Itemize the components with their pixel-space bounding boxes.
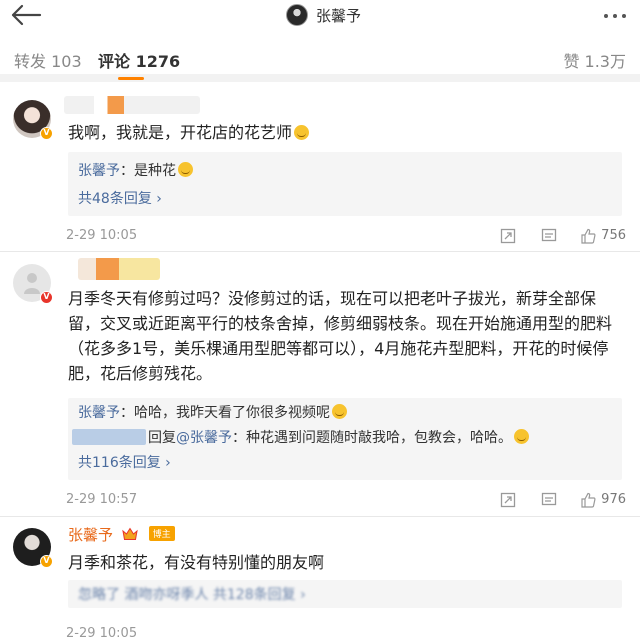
reply-box[interactable]: 张馨予：是种花 共48条回复 › [68, 152, 622, 216]
mention-link[interactable]: @张馨予 [176, 430, 232, 446]
top-bar: 张馨予 [0, 0, 640, 38]
verified-badge-icon: V [40, 291, 53, 304]
reply-line: 张馨予：是种花 [78, 160, 193, 180]
verified-badge-icon: V [40, 127, 53, 140]
comment-meta: 2-29 10:57 976 [0, 490, 640, 514]
blogger-badge: 博主 [148, 526, 175, 541]
tab-bar: 转发 103 评论 1276 赞 1.3万 [0, 38, 640, 82]
username-redacted[interactable] [64, 96, 200, 114]
smile-emoji-icon [294, 125, 310, 140]
header-avatar[interactable] [286, 4, 308, 26]
reply-user-link[interactable]: 张馨予 [78, 405, 120, 421]
back-arrow-icon[interactable] [10, 4, 42, 26]
verified-badge-icon: V [40, 555, 53, 568]
like-count: 976 [601, 492, 626, 507]
share-icon[interactable] [500, 492, 516, 508]
comment-icon[interactable] [541, 228, 557, 244]
share-icon[interactable] [500, 228, 516, 244]
username-redacted[interactable] [72, 429, 146, 445]
page-title: 张馨予 [316, 6, 362, 25]
header-title-group[interactable]: 张馨予 [286, 2, 361, 28]
comment-author-name[interactable]: 张馨予 [68, 526, 113, 544]
reply-user-link[interactable]: 张馨予 [78, 163, 120, 179]
comment-text: 我啊，我就是，开花店的花艺师 [68, 120, 622, 145]
tab-repost[interactable]: 转发 103 [14, 48, 82, 72]
wink-emoji-icon [514, 429, 529, 444]
thumbs-up-icon[interactable] [580, 228, 596, 244]
reply-line: 回复@张馨予：种花遇到问题随时敲我哈，包教会，哈哈。 [72, 427, 529, 447]
comment-time: 2-29 10:05 [66, 228, 138, 243]
divider [0, 251, 640, 252]
thumbs-up-icon[interactable] [580, 492, 596, 508]
reply-box[interactable]: 忽略了 酒吻亦呀季人 共128条回复 › [68, 580, 622, 608]
comment-text: 月季和茶花，有没有特别懂的朋友啊 [68, 553, 325, 572]
comment-meta: 2-29 10:05 756 [0, 226, 640, 250]
grin-emoji-icon [332, 404, 347, 419]
grin-emoji-icon [178, 162, 193, 177]
comment-time: 2-29 10:05 [66, 626, 138, 641]
more-replies-link[interactable]: 共48条回复 › [78, 188, 162, 208]
comment-meta: 2-29 10:05 [0, 624, 640, 643]
more-replies-link[interactable]: 共116条回复 › [78, 452, 171, 472]
comment-icon[interactable] [541, 492, 557, 508]
username-redacted[interactable] [78, 258, 160, 280]
comment-text: 月季冬天有修剪过吗？没修剪过的话，现在可以把老叶子拔光，新芽全部保留，交叉或近距… [68, 289, 613, 383]
reply-line: 张馨予：哈哈，我昨天看了你很多视频呢 [78, 402, 347, 422]
divider [0, 516, 640, 517]
crown-badge-icon [122, 527, 138, 540]
tab-comments[interactable]: 评论 1276 [98, 48, 180, 80]
tab-likes[interactable]: 赞 1.3万 [563, 48, 626, 72]
comment-time: 2-29 10:57 [66, 492, 138, 507]
partial-reply-row[interactable]: 忽略了 酒吻亦呀季人 共128条回复 › [78, 584, 306, 604]
like-count: 756 [601, 228, 626, 243]
more-dots-icon[interactable] [604, 6, 626, 26]
comment-author-row: 张馨予 博主 [68, 524, 175, 545]
reply-box[interactable]: 张馨予：哈哈，我昨天看了你很多视频呢 回复@张馨予：种花遇到问题随时敲我哈，包教… [68, 398, 622, 480]
